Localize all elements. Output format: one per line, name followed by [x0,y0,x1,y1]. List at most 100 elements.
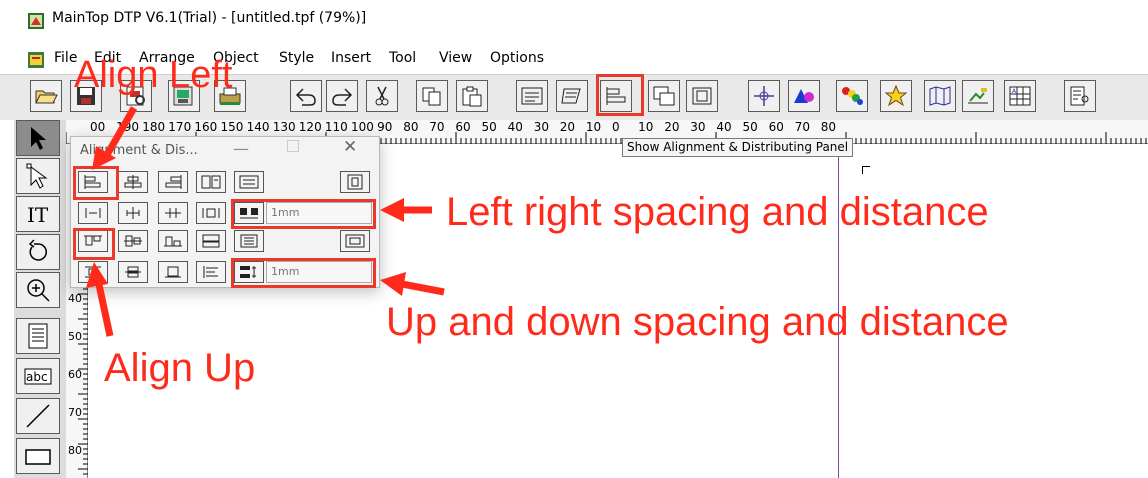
align-page-h-icon [347,174,363,190]
abc-text-icon: abc [24,368,52,385]
align-bottom-edge-icon [202,234,220,248]
star-icon [884,85,908,107]
cut-button[interactable] [366,80,398,112]
ruler-label: 50 [742,120,758,134]
menu-tool[interactable]: Tool [389,50,416,66]
zoom-text-button[interactable] [1064,80,1096,112]
ruler-label: 50 [481,120,497,134]
align-left-highlight [73,166,119,200]
zoom-icon [27,279,50,302]
move-button[interactable] [748,80,780,112]
space-top-button[interactable] [78,261,108,283]
node-select-tool[interactable] [16,158,60,194]
menu-view[interactable]: View [439,50,472,66]
menu-options[interactable]: Options [490,50,544,66]
distribute-h-button[interactable] [234,171,264,193]
app-icon [28,13,44,29]
rectangle-tool[interactable] [16,438,60,474]
alignment-panel-highlight [596,74,644,116]
text-flow-button[interactable] [556,80,588,112]
minimize-icon[interactable]: — [233,139,249,158]
svg-text:abc: abc [26,370,48,384]
text-frame-button[interactable] [516,80,548,112]
text-frame-icon [521,87,543,105]
table-icon: A [1009,86,1031,106]
menu-insert[interactable]: Insert [331,50,371,66]
ruler-label: 180 [142,120,166,134]
align-bottom-edge-button[interactable] [196,230,226,252]
undo-button[interactable] [290,80,322,112]
distribute-lr-icon [202,208,220,218]
map-icon [929,86,951,106]
ruler-label: 70 [429,120,445,134]
undo-icon [295,88,316,106]
line-tool[interactable] [16,398,60,434]
distribute-lr-button[interactable] [196,202,226,224]
rotate-tool[interactable] [16,234,60,270]
text-flow-icon [561,88,581,104]
abc-text-tool[interactable]: abc [16,358,60,394]
ruler-label: 60 [455,120,471,134]
align-left-annotation: Align Left [74,54,233,96]
align-right-edge-button[interactable] [196,171,226,193]
rotate-icon [28,239,47,261]
space-left-button[interactable] [78,202,108,224]
color-button[interactable] [836,80,868,112]
copy-icon [422,87,441,106]
redo-button[interactable] [326,80,358,112]
distribute-h-icon [239,175,259,189]
text-tool[interactable]: IT [16,196,60,232]
star-button[interactable] [880,80,912,112]
shapes-button[interactable] [788,80,820,112]
distribute-v-button[interactable] [234,230,264,252]
table-button[interactable]: A [1004,80,1036,112]
ruler-label: 70 [794,120,810,134]
copy-button[interactable] [416,80,448,112]
open-button[interactable] [30,80,62,112]
align-right-icon [165,175,182,189]
ruler-label: 170 [168,120,192,134]
arrange-button[interactable] [648,80,680,112]
ruler-label: 120 [298,120,322,134]
distribute-v-icon [240,234,258,248]
ud-spacing-highlight [231,258,376,288]
redo-icon [332,88,353,106]
text-tool-icon: IT [27,203,49,227]
ruler-label: 150 [220,120,244,134]
align-bottom-icon [164,236,182,247]
page-corner-mark [862,166,870,174]
distribute-ud-button[interactable] [196,261,226,283]
ruler-label: 90 [377,120,393,134]
space-bottom-button[interactable] [158,261,188,283]
pointer-tool[interactable] [16,120,60,156]
ruler-label: 10 [638,120,654,134]
space-right-button[interactable] [158,202,188,224]
align-up-annotation: Align Up [104,346,256,390]
space-middle-button[interactable] [118,261,148,283]
document-icon[interactable] [28,52,44,68]
image-edit-button[interactable] [962,80,994,112]
align-right-button[interactable] [158,171,188,193]
image-edit-icon [968,88,988,104]
ruler-label: 100 [351,120,374,134]
align-page-h-button[interactable] [340,171,370,193]
ruler-label: 80 [68,444,82,457]
group-button[interactable] [686,80,718,112]
space-top-icon [85,266,101,278]
page-tool[interactable] [16,318,60,354]
align-bottom-button[interactable] [158,230,188,252]
paste-button[interactable] [456,80,488,112]
align-center-h-button[interactable] [118,171,148,193]
align-page-v-button[interactable] [340,230,370,252]
space-center-icon [126,207,140,219]
ruler-label: 190 [116,120,139,134]
align-middle-v-button[interactable] [118,230,148,252]
map-button[interactable] [924,80,956,112]
space-center-button[interactable] [118,202,148,224]
ruler-label: 20 [664,120,680,134]
panel-title: Alignment & Dis... [80,143,198,158]
menu-style[interactable]: Style [279,50,314,66]
ruler-label: 10 [585,120,602,134]
zoom-tool[interactable] [16,272,60,308]
close-icon[interactable]: ✕ [343,137,357,157]
